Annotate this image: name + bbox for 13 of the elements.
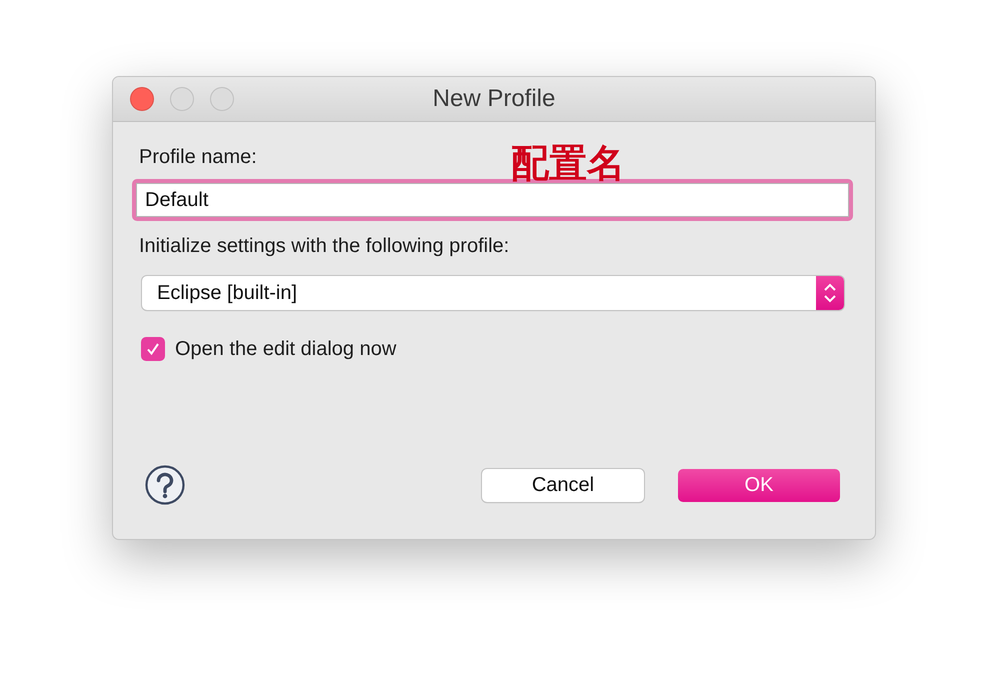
field-label: Profile name: — [139, 146, 257, 169]
stepper-icon — [823, 282, 837, 304]
cancel-button[interactable]: Cancel — [482, 468, 644, 502]
field-label: Initialize settings with the following profile: — [139, 235, 510, 258]
window-control-button[interactable] — [130, 87, 154, 111]
window-title: New Profile — [432, 85, 556, 113]
help-icon[interactable] — [145, 465, 185, 505]
profile-dropdown[interactable]: Eclipse [built-in] — [142, 276, 844, 310]
checkbox-label: Open the edit dialog now — [175, 338, 396, 360]
checkbox[interactable] — [141, 337, 165, 361]
ok-button[interactable]: OK — [678, 468, 840, 502]
checkmark-icon — [145, 341, 161, 357]
profile-name-field[interactable]: Default — [136, 183, 849, 217]
